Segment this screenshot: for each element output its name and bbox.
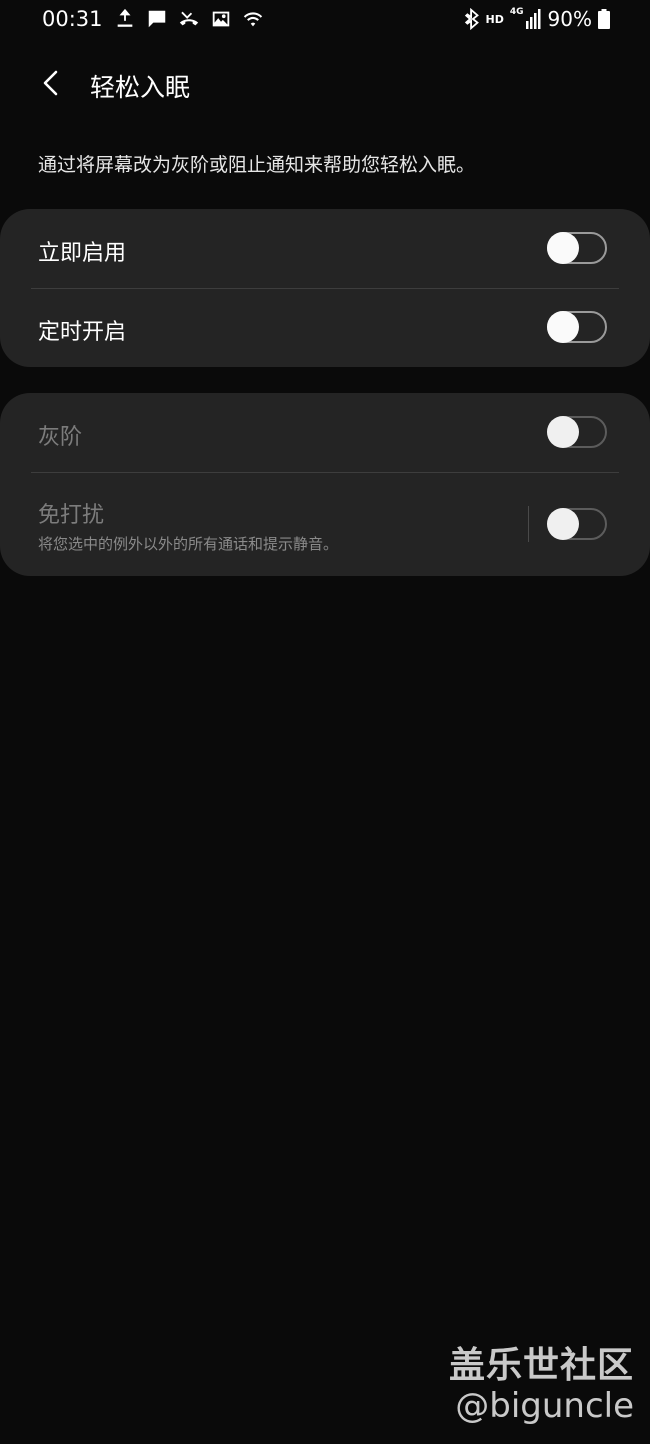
row-grayscale: 灰阶 xyxy=(0,393,650,472)
status-right: HD 4G 90% xyxy=(464,7,610,31)
enable-now-toggle[interactable] xyxy=(547,232,607,264)
do-not-disturb-toggle xyxy=(547,508,607,540)
card-options: 灰阶 免打扰 将您选中的例外以外的所有通话和提示静音。 xyxy=(0,393,650,576)
status-bar: 00:31 HD 4G 90% xyxy=(0,0,650,40)
back-arrow-icon xyxy=(43,70,58,96)
image-icon xyxy=(212,11,230,27)
grayscale-toggle xyxy=(547,416,607,448)
wifi-icon xyxy=(243,12,263,27)
row-label: 立即启用 xyxy=(38,241,127,266)
watermark-name: 盖乐世社区 xyxy=(448,1345,634,1386)
network-type-label: 4G xyxy=(509,7,524,17)
toggle-knob xyxy=(547,416,579,448)
notification-icons xyxy=(114,8,264,30)
row-subtitle: 将您选中的例外以外的所有通话和提示静音。 xyxy=(38,535,339,553)
upload-icon xyxy=(117,8,133,27)
hd-label: HD xyxy=(485,12,504,26)
battery-icon xyxy=(598,9,610,29)
signal-icon xyxy=(525,9,541,29)
row-label: 免打扰 xyxy=(38,503,105,528)
row-enable-now[interactable]: 立即启用 xyxy=(0,209,650,288)
page-description: 通过将屏幕改为灰阶或阻止通知来帮助您轻松入眠。 xyxy=(38,154,476,176)
toggle-knob xyxy=(547,311,579,343)
row-label: 灰阶 xyxy=(38,425,83,450)
back-button[interactable] xyxy=(28,60,74,106)
bluetooth-icon xyxy=(464,8,479,30)
toggle-knob xyxy=(547,508,579,540)
status-time: 00:31 xyxy=(42,7,103,31)
row-do-not-disturb: 免打扰 将您选中的例外以外的所有通话和提示静音。 xyxy=(0,473,650,576)
toggle-knob xyxy=(547,232,579,264)
vertical-divider xyxy=(528,506,529,542)
card-activation: 立即启用 定时开启 xyxy=(0,209,650,367)
battery-percent: 90% xyxy=(547,7,592,31)
scheduled-toggle[interactable] xyxy=(547,311,607,343)
missed-call-icon xyxy=(179,11,199,26)
watermark-handle: @biguncle xyxy=(455,1386,634,1426)
row-label: 定时开启 xyxy=(38,320,127,345)
app-header: 轻松入眠 xyxy=(0,50,650,116)
message-icon xyxy=(148,10,166,28)
page-title: 轻松入眠 xyxy=(90,73,191,102)
row-scheduled[interactable]: 定时开启 xyxy=(0,289,650,367)
